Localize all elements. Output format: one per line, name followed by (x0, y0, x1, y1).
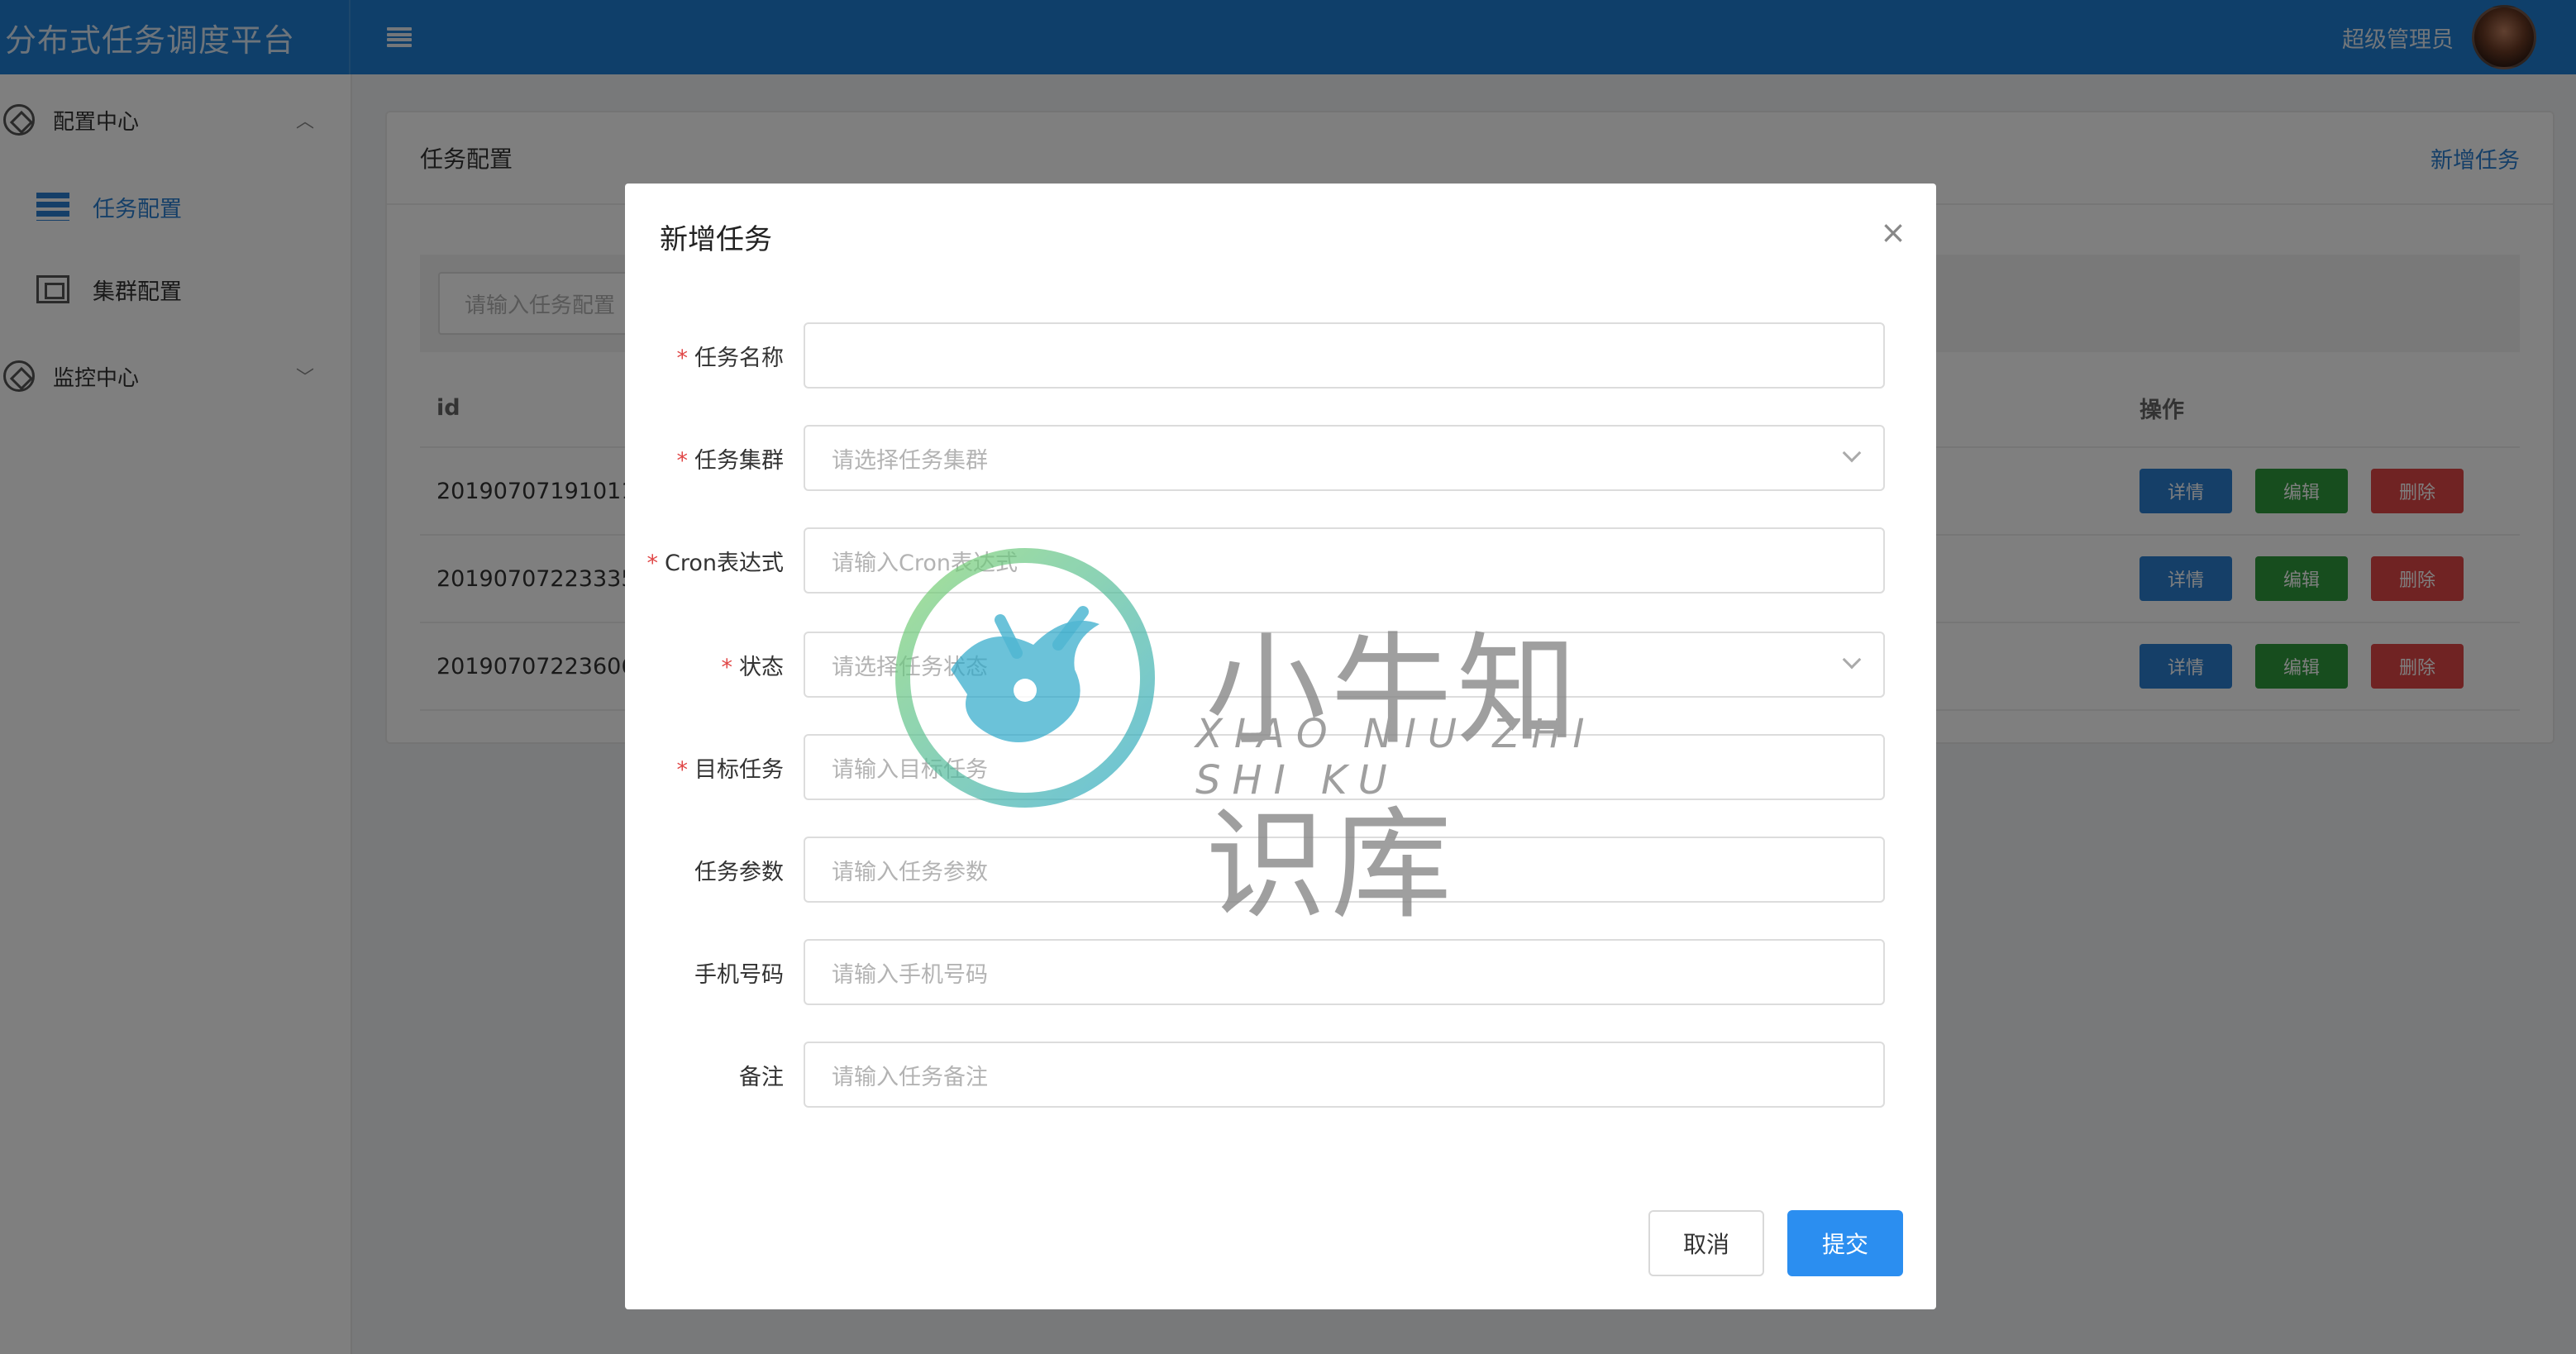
field-label: 任务参数 (694, 859, 784, 885)
field-label: * 任务名称 (676, 345, 785, 371)
phone-input[interactable]: 请输入手机号码 (804, 939, 1885, 1005)
select-placeholder: 请选择任务集群 (832, 447, 988, 474)
select-placeholder: 请选择任务状态 (832, 654, 988, 680)
chevron-down-icon (1842, 650, 1862, 670)
task-name-input[interactable] (804, 322, 1885, 389)
cancel-button[interactable]: 取消 (1648, 1210, 1764, 1276)
field-label: * 任务集群 (676, 447, 785, 474)
cron-expression-input[interactable]: 请输入Cron表达式 (804, 527, 1885, 594)
form-row-task-name: * 任务名称 (625, 322, 1936, 389)
form-row-status: * 状态 请选择任务状态 (625, 632, 1936, 698)
form-row-cron: * Cron表达式 请输入Cron表达式 (625, 527, 1936, 594)
add-task-modal: 新增任务 × * 任务名称 * 任务集群 请选择任务集群 * Cron表达式 请输入C… (625, 184, 1936, 1309)
field-label: 备注 (739, 1064, 784, 1090)
form-row-task-cluster: * 任务集群 请选择任务集群 (625, 425, 1936, 491)
task-params-input[interactable]: 请输入任务参数 (804, 837, 1885, 903)
form-row-phone: 手机号码 请输入手机号码 (625, 939, 1936, 1005)
task-cluster-select[interactable]: 请选择任务集群 (804, 425, 1885, 491)
form-row-target-task: * 目标任务 请输入目标任务 (625, 734, 1936, 800)
submit-button[interactable]: 提交 (1787, 1210, 1903, 1276)
form-row-remark: 备注 请输入任务备注 (625, 1042, 1936, 1108)
field-label: * 状态 (721, 654, 785, 680)
chevron-down-icon (1842, 443, 1862, 463)
status-select[interactable]: 请选择任务状态 (804, 632, 1885, 698)
close-icon[interactable]: × (1880, 217, 1906, 248)
field-label: * Cron表达式 (646, 550, 785, 576)
field-label: * 目标任务 (676, 756, 785, 783)
modal-title: 新增任务 (660, 223, 772, 256)
modal-footer: 取消 提交 (1648, 1210, 1903, 1276)
remark-input[interactable]: 请输入任务备注 (804, 1042, 1885, 1108)
field-label: 手机号码 (694, 961, 784, 988)
form-row-task-params: 任务参数 请输入任务参数 (625, 837, 1936, 903)
target-task-input[interactable]: 请输入目标任务 (804, 734, 1885, 800)
